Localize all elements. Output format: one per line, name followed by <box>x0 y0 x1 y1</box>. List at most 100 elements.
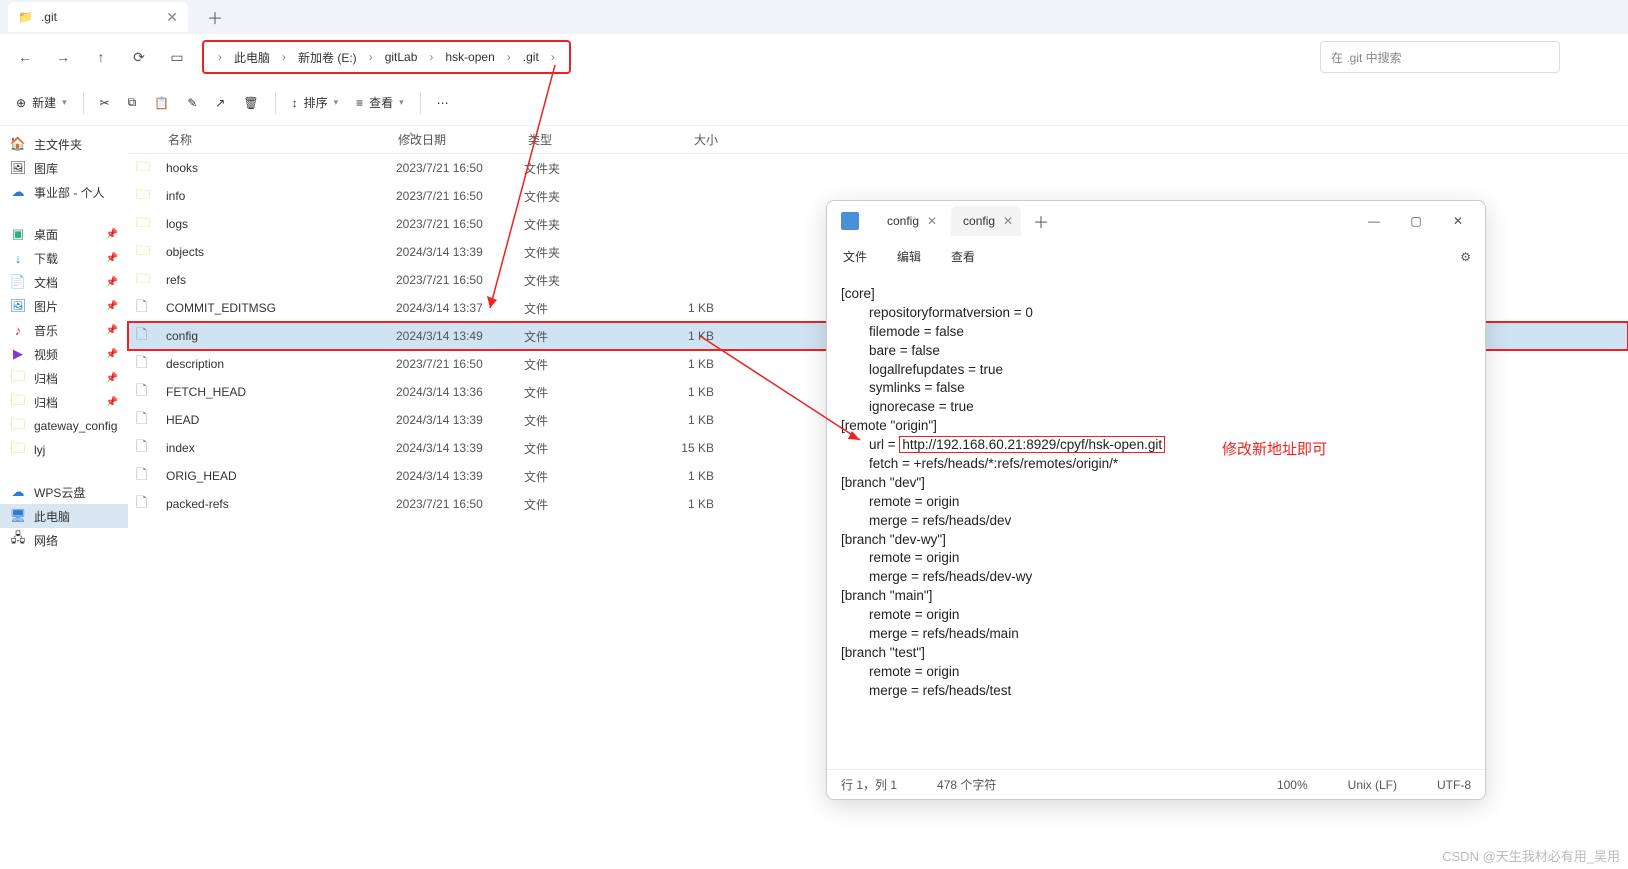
chevron-right-icon: › <box>212 50 228 64</box>
pc-icon: 🖥 <box>10 508 26 524</box>
editor-tab-active[interactable]: config✕ <box>951 206 1021 236</box>
folder-icon: 🗀 <box>136 268 156 292</box>
file-date: 2023/7/21 16:50 <box>396 273 524 287</box>
col-size[interactable]: 大小 <box>648 131 718 148</box>
close-icon[interactable]: ✕ <box>166 9 178 26</box>
column-headers[interactable]: ˄ 名称 修改日期 类型 大小 <box>128 126 1628 154</box>
file-name: index <box>166 441 396 455</box>
file-name: refs <box>166 273 396 287</box>
editor-new-tab[interactable]: ＋ <box>1027 209 1055 233</box>
file-date: 2023/7/21 16:50 <box>396 497 524 511</box>
sidebar-item-lyj[interactable]: 🗀lyj <box>0 438 128 462</box>
new-tab-button[interactable]: ＋ <box>200 5 230 29</box>
sidebar-item-archive1[interactable]: 🗀归档📌 <box>0 366 128 390</box>
sidebar-item-gallery[interactable]: 🖼图库 <box>0 156 128 180</box>
editor-titlebar[interactable]: config✕ config✕ ＋ — ▢ ✕ <box>827 201 1485 241</box>
cloud-icon: ☁ <box>10 184 26 200</box>
back-button[interactable]: ← <box>8 40 42 74</box>
pin-icon: 📌 <box>106 301 118 312</box>
pin-icon: 📌 <box>106 253 118 264</box>
breadcrumb[interactable]: .git <box>519 50 543 64</box>
editor-statusbar: 行 1，列 1 478 个字符 100% Unix (LF) UTF-8 <box>827 769 1485 799</box>
minimize-button[interactable]: — <box>1353 205 1395 237</box>
cut-button[interactable]: ✂ <box>92 86 118 120</box>
menu-edit[interactable]: 编辑 <box>895 246 923 267</box>
pin-icon: 📌 <box>106 349 118 360</box>
rename-icon: ✎ <box>187 96 197 110</box>
file-name: COMMIT_EDITMSG <box>166 301 396 315</box>
window-tab[interactable]: 📁 .git ✕ <box>8 2 188 32</box>
sidebar-item-home[interactable]: 🏠主文件夹 <box>0 132 128 156</box>
up-button[interactable]: ↑ <box>84 40 118 74</box>
file-size: 1 KB <box>644 385 714 399</box>
remote-url: http://192.168.60.21:8929/cpyf/hsk-open.… <box>899 436 1165 453</box>
editor-content[interactable]: [core] repositoryformatversion = 0 filem… <box>827 273 1485 769</box>
file-date: 2024/3/14 13:49 <box>396 329 524 343</box>
sidebar-item-pictures[interactable]: 🖼图片📌 <box>0 294 128 318</box>
folder-icon: 🗀 <box>136 212 156 236</box>
share-button[interactable]: ↗ <box>207 86 233 120</box>
status-enc: UTF-8 <box>1437 778 1471 792</box>
new-button[interactable]: ⊕新建▾ <box>8 86 75 120</box>
sidebar-item-videos[interactable]: ▶视频📌 <box>0 342 128 366</box>
sidebar-item-desktop[interactable]: ▣桌面📌 <box>0 222 128 246</box>
sort-button[interactable]: ↕排序▾ <box>284 86 347 120</box>
sidebar-item-gateway[interactable]: 🗀gateway_config <box>0 414 128 438</box>
status-chars: 478 个字符 <box>937 776 996 793</box>
more-button[interactable]: ⋯ <box>429 86 457 120</box>
menu-view[interactable]: 查看 <box>949 246 977 267</box>
maximize-button[interactable]: ▢ <box>1395 205 1437 237</box>
rename-button[interactable]: ✎ <box>179 86 205 120</box>
file-type: 文件 <box>524 412 644 429</box>
sidebar-item-archive2[interactable]: 🗀归档📌 <box>0 390 128 414</box>
address-bar[interactable]: › 此电脑 › 新加卷 (E:) › gitLab › hsk-open › .… <box>202 40 571 74</box>
file-name: hooks <box>166 161 396 175</box>
paste-button[interactable]: 📋 <box>146 86 177 120</box>
location-icon[interactable]: ▭ <box>160 40 194 74</box>
sidebar-item-dept[interactable]: ☁事业部 - 个人 <box>0 180 128 204</box>
sort-icon: ↕ <box>292 96 298 110</box>
breadcrumb[interactable]: hsk-open <box>441 50 498 64</box>
editor-tab-inactive[interactable]: config✕ <box>875 206 945 236</box>
forward-button[interactable]: → <box>46 40 80 74</box>
search-input[interactable]: 在 .git 中搜索 <box>1320 41 1560 73</box>
file-icon: 🗋 <box>136 408 156 432</box>
breadcrumb[interactable]: 此电脑 <box>230 49 274 66</box>
file-icon: 🗋 <box>136 352 156 376</box>
file-name: ORIG_HEAD <box>166 469 396 483</box>
file-type: 文件夹 <box>524 160 644 177</box>
gear-icon[interactable]: ⚙ <box>1460 250 1471 264</box>
breadcrumb[interactable]: 新加卷 (E:) <box>294 49 361 66</box>
copy-button[interactable]: ⧉ <box>120 86 145 120</box>
table-row[interactable]: 🗀hooks2023/7/21 16:50文件夹 <box>128 154 1628 182</box>
sidebar-item-wps[interactable]: ☁WPS云盘 <box>0 480 128 504</box>
refresh-button[interactable]: ⟳ <box>122 40 156 74</box>
cloud-icon: ☁ <box>10 484 26 500</box>
close-button[interactable]: ✕ <box>1437 205 1479 237</box>
menu-file[interactable]: 文件 <box>841 246 869 267</box>
col-date[interactable]: 修改日期 <box>398 131 528 148</box>
sidebar-item-documents[interactable]: 📄文档📌 <box>0 270 128 294</box>
file-size: 1 KB <box>644 301 714 315</box>
file-name: logs <box>166 217 396 231</box>
col-name[interactable]: 名称 <box>168 131 398 148</box>
pin-icon: 📌 <box>106 373 118 384</box>
col-type[interactable]: 类型 <box>528 131 648 148</box>
sidebar-item-downloads[interactable]: ↓下载📌 <box>0 246 128 270</box>
scissors-icon: ✂ <box>100 96 110 110</box>
file-type: 文件 <box>524 496 644 513</box>
file-date: 2023/7/21 16:50 <box>396 217 524 231</box>
share-icon: ↗ <box>215 96 225 110</box>
folder-icon: 🗀 <box>10 418 26 434</box>
breadcrumb[interactable]: gitLab <box>381 50 422 64</box>
view-button[interactable]: ≡查看▾ <box>348 86 412 120</box>
network-icon: 🖧 <box>10 532 26 548</box>
close-icon[interactable]: ✕ <box>1003 214 1013 228</box>
sidebar-item-music[interactable]: ♪音乐📌 <box>0 318 128 342</box>
sidebar-item-thispc[interactable]: 🖥此电脑 <box>0 504 128 528</box>
sidebar-item-network[interactable]: 🖧网络 <box>0 528 128 552</box>
close-icon[interactable]: ✕ <box>927 214 937 228</box>
delete-button[interactable]: 🗑 <box>235 86 266 120</box>
document-icon: 📄 <box>10 274 26 290</box>
file-date: 2024/3/14 13:39 <box>396 469 524 483</box>
